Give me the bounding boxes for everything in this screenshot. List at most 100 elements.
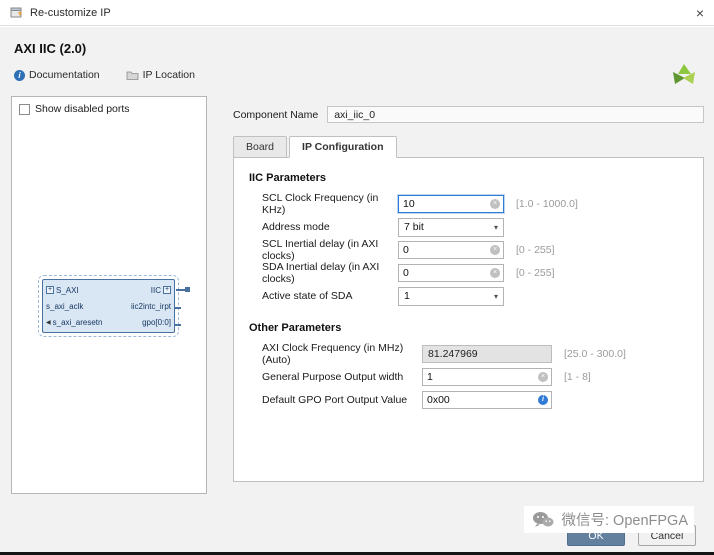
param-range: [25.0 - 300.0] [564, 348, 626, 360]
input-arrow-icon: ◀ [46, 319, 51, 326]
param-range: [1 - 8] [564, 371, 591, 383]
port-label: s_axi_aresetn [53, 318, 103, 327]
port-label: IIC [151, 286, 161, 295]
port-iic[interactable]: IIC + [151, 286, 171, 295]
active-state-sda-select[interactable]: 1 ▾ [398, 287, 504, 306]
ip-block[interactable]: + S_AXI IIC + s_axi_aclk [42, 279, 175, 333]
expand-plus-icon[interactable]: + [163, 286, 171, 294]
port-label: S_AXI [56, 286, 79, 295]
param-range: [0 - 255] [516, 244, 555, 256]
folder-icon [126, 70, 139, 80]
scl-clock-frequency-input[interactable] [399, 198, 490, 210]
pin-row: + S_AXI IIC + [46, 283, 171, 297]
param-row-address-mode: Address mode 7 bit ▾ [262, 218, 689, 236]
tabs: Board IP Configuration [233, 136, 704, 158]
param-label: AXI Clock Frequency (in MHz) (Auto) [262, 342, 422, 366]
iic-parameters-section: IIC Parameters SCL Clock Frequency (in K… [248, 172, 689, 305]
port-s-axi-aclk[interactable]: s_axi_aclk [46, 302, 83, 311]
pin-row: ◀ s_axi_aresetn gpo[0:0] [46, 315, 171, 329]
param-label: SDA Inertial delay (in AXI clocks) [262, 261, 398, 285]
ip-configuration-tab-content: IIC Parameters SCL Clock Frequency (in K… [233, 157, 704, 482]
component-name-input[interactable] [328, 109, 703, 121]
gpo-port-stub [175, 324, 181, 326]
pin-row: s_axi_aclk iic2intc_irpt [46, 299, 171, 313]
documentation-link[interactable]: i Documentation [14, 69, 100, 81]
cancel-button[interactable]: Cancel [638, 525, 696, 546]
param-row-axi-clock-frequency: AXI Clock Frequency (in MHz) (Auto) 81.2… [262, 345, 689, 363]
block-diagram-panel: Show disabled ports + S_AXI IIC + [11, 96, 207, 494]
component-name-field[interactable] [327, 106, 704, 123]
port-iic2intc-irpt[interactable]: iic2intc_irpt [131, 302, 171, 311]
configuration-panel: Component Name Board IP Configuration II… [233, 96, 704, 482]
param-label: General Purpose Output width [262, 371, 422, 383]
diagram-canvas[interactable]: + S_AXI IIC + s_axi_aclk [12, 121, 206, 493]
section-title: IIC Parameters [249, 172, 689, 184]
info-circle-icon: i [538, 395, 548, 405]
port-s-axi[interactable]: + S_AXI [46, 286, 79, 295]
port-s-axi-aresetn[interactable]: ◀ s_axi_aresetn [46, 318, 102, 327]
irpt-port-stub [175, 307, 181, 309]
iic-port-connector [185, 287, 190, 292]
tab-board[interactable]: Board [233, 136, 287, 158]
port-label: gpo[0:0] [142, 318, 171, 327]
clear-icon[interactable]: × [490, 199, 500, 209]
dialog-title: Re-customize IP [30, 7, 111, 19]
ip-location-link[interactable]: IP Location [126, 69, 195, 81]
default-gpo-value-field[interactable]: i [422, 391, 552, 409]
clear-icon[interactable]: × [490, 268, 500, 278]
port-label: s_axi_aclk [46, 302, 83, 311]
gpo-width-field[interactable]: × [422, 368, 552, 386]
axi-clock-frequency-field: 81.247969 [422, 345, 552, 363]
param-row-sda-inertial-delay: SDA Inertial delay (in AXI clocks) × [0 … [262, 264, 689, 282]
panels: Show disabled ports + S_AXI IIC + [0, 96, 714, 494]
ok-button[interactable]: OK [567, 525, 625, 546]
param-row-gpo-width: General Purpose Output width × [1 - 8] [262, 368, 689, 386]
chevron-down-icon: ▾ [494, 223, 498, 232]
show-disabled-ports-checkbox[interactable] [19, 104, 30, 115]
vivado-logo [670, 61, 698, 89]
port-label: iic2intc_irpt [131, 302, 171, 311]
sda-inertial-delay-field[interactable]: × [398, 264, 504, 282]
param-label: Active state of SDA [262, 290, 398, 302]
ip-location-link-label: IP Location [143, 69, 195, 81]
links-row: i Documentation IP Location [14, 69, 714, 81]
select-value: 1 [404, 290, 410, 302]
param-row-scl-clock-frequency: SCL Clock Frequency (in KHz) × [1.0 - 10… [262, 195, 689, 213]
scl-inertial-delay-input[interactable] [399, 244, 490, 256]
param-range: [0 - 255] [516, 267, 555, 279]
param-row-scl-inertial-delay: SCL Inertial delay (in AXI clocks) × [0 … [262, 241, 689, 259]
iic-port-stub [176, 289, 185, 291]
wechat-icon [532, 511, 554, 529]
param-label: Address mode [262, 221, 398, 233]
show-disabled-ports-label: Show disabled ports [35, 103, 130, 115]
tab-ip-configuration[interactable]: IP Configuration [289, 136, 396, 158]
close-icon[interactable]: × [696, 6, 704, 20]
port-gpo[interactable]: gpo[0:0] [142, 318, 171, 327]
select-value: 7 bit [404, 221, 424, 233]
scl-clock-frequency-field[interactable]: × [398, 195, 504, 213]
component-name-row: Component Name [233, 106, 704, 123]
titlebar: Re-customize IP × [0, 0, 714, 26]
expand-plus-icon[interactable]: + [46, 286, 54, 294]
dialog-content: AXI IIC (2.0) i Documentation IP Locatio… [0, 27, 714, 555]
recustomize-ip-dialog: Re-customize IP × AXI IIC (2.0) i Docume… [0, 0, 714, 26]
param-label: SCL Inertial delay (in AXI clocks) [262, 238, 398, 262]
show-disabled-ports[interactable]: Show disabled ports [12, 97, 206, 121]
footer: OK Cancel [567, 525, 696, 546]
scl-inertial-delay-field[interactable]: × [398, 241, 504, 259]
default-gpo-value-input[interactable] [423, 394, 538, 406]
gpo-width-input[interactable] [423, 371, 538, 383]
clear-icon[interactable]: × [538, 372, 548, 382]
component-name-label: Component Name [233, 109, 318, 121]
info-icon: i [14, 70, 25, 81]
param-row-active-state-sda: Active state of SDA 1 ▾ [262, 287, 689, 305]
section-title: Other Parameters [249, 322, 689, 334]
param-row-default-gpo-value: Default GPO Port Output Value i [262, 391, 689, 409]
sda-inertial-delay-input[interactable] [399, 267, 490, 279]
param-range: [1.0 - 1000.0] [516, 198, 578, 210]
documentation-link-label: Documentation [29, 69, 100, 81]
other-parameters-section: Other Parameters AXI Clock Frequency (in… [248, 322, 689, 409]
address-mode-select[interactable]: 7 bit ▾ [398, 218, 504, 237]
clear-icon[interactable]: × [490, 245, 500, 255]
param-label: Default GPO Port Output Value [262, 394, 422, 406]
